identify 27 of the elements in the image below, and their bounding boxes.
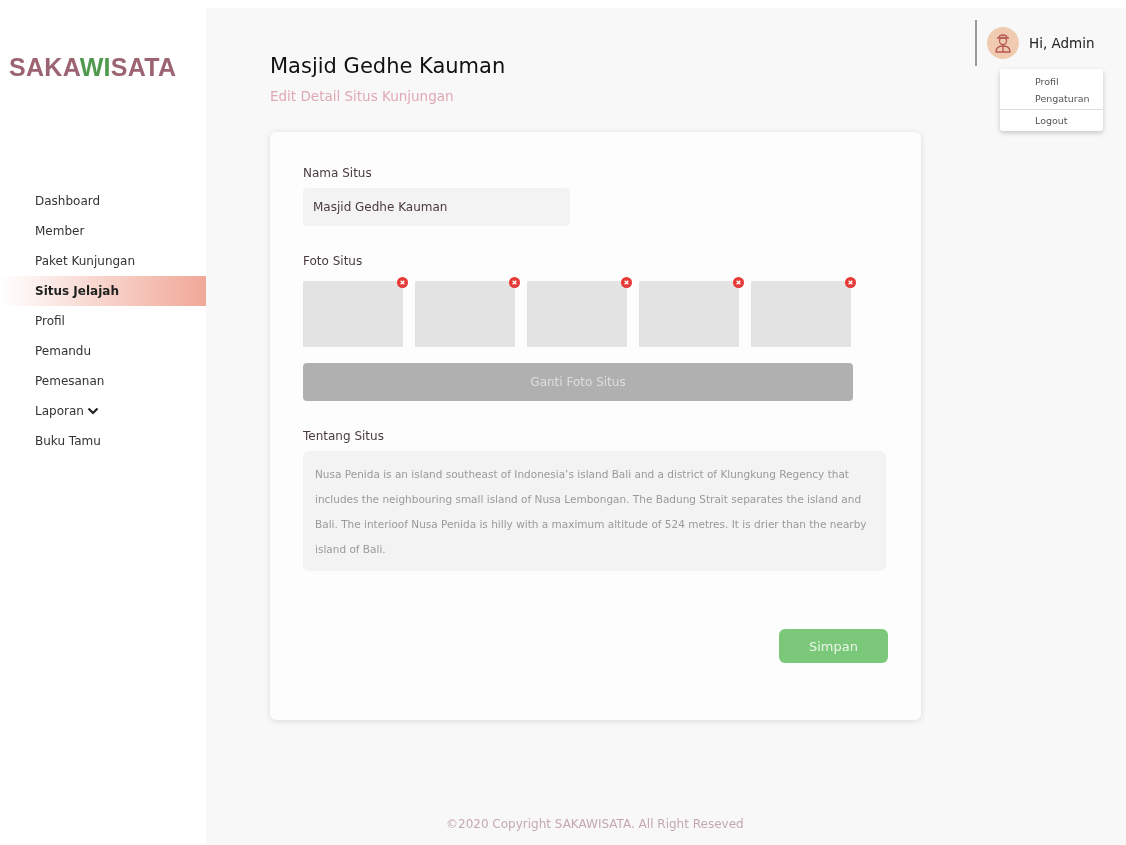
sidebar-item[interactable]: Paket Kunjungan [0,246,206,276]
remove-icon[interactable] [733,277,744,288]
page-title: Masjid Gedhe Kauman [270,54,506,78]
avatar-icon[interactable] [987,27,1019,59]
sidebar-item[interactable]: Member [0,216,206,246]
input-field[interactable]: Masjid Gedhe Kauman [303,188,570,226]
sidebar-item[interactable]: Buku Tamu [0,426,206,456]
menu-item[interactable]: Profil [1000,73,1103,90]
field-label: Tentang Situs [303,429,385,443]
field-label: Nama Situs [303,166,373,180]
sidebar-item[interactable]: Profil [0,306,206,336]
remove-icon[interactable] [845,277,856,288]
copyright-text: ©2020 Copyright SAKAWISATA. All Right Reseved [446,817,744,831]
field-label: Foto Situs [303,254,364,268]
sidebar-item[interactable]: Pemandu [0,336,206,366]
logo: SAKAWISATA [9,53,178,82]
text-area[interactable]: Nusa Penida is an island southeast of Indonesia’s island Bali and a district of Klungkung Regency that includes the neighbouring small island of Nusa Lembongan. The Badung Strait separates the island and Bali. The interioof Nusa Penida is hilly with a maximum altitude of 524 metres. It is drier than the nearby island of Bali. [303,451,886,571]
sidebar-item[interactable]: Dashboard [0,186,206,216]
remove-icon[interactable] [621,277,632,288]
remove-icon[interactable] [397,277,408,288]
menu-item[interactable]: Pengaturan [1000,90,1103,107]
sidebar-item[interactable]: Laporan [0,396,206,426]
page-subtitle: Edit Detail Situs Kunjungan [270,88,455,104]
sidebar-item[interactable]: Pemesanan [0,366,206,396]
chevron-down-icon [86,407,99,415]
user-greeting[interactable]: Hi, Admin [1029,35,1095,51]
remove-icon[interactable] [509,277,520,288]
